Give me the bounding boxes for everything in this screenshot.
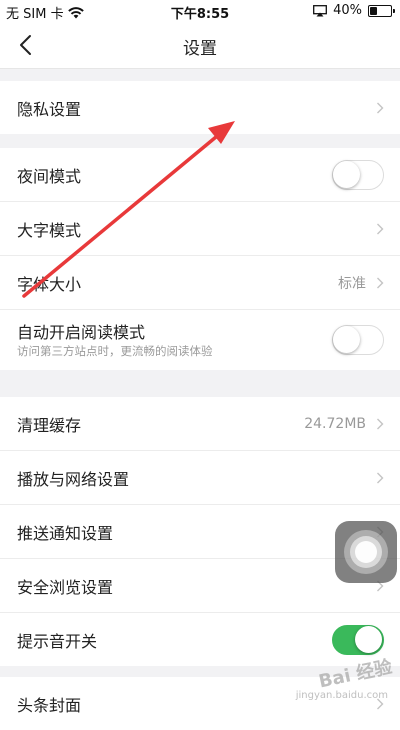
night-mode-toggle[interactable] [332, 159, 384, 190]
row-label: 播放与网络设置 [17, 469, 130, 489]
font-size-value: 标准 [338, 275, 366, 292]
row-label: 夜间模式 [17, 166, 82, 186]
row-sound-toggle: 提示音开关 [0, 613, 400, 666]
auto-reading-mode-toggle[interactable] [332, 325, 384, 355]
row-label: 隐私设置 [17, 99, 82, 119]
chevron-right-icon [377, 277, 384, 288]
chevron-right-icon [377, 472, 384, 483]
row-sublabel: 访问第三方站点时，更流畅的阅读体验 [17, 344, 213, 358]
chevron-right-icon [377, 223, 384, 234]
row-font-size[interactable]: 字体大小 标准 [0, 256, 400, 310]
row-playback-network[interactable]: 播放与网络设置 [0, 451, 400, 505]
battery-icon [368, 4, 395, 17]
sound-toggle[interactable] [332, 624, 384, 655]
row-label: 大字模式 [17, 220, 82, 240]
status-bar: 无 SIM 卡 下午8:55 40% [0, 0, 400, 22]
chevron-right-icon [377, 102, 384, 113]
page-title: 设置 [183, 39, 217, 59]
row-label: 字体大小 [17, 274, 82, 294]
row-label: 安全浏览设置 [17, 577, 114, 597]
settings-group-display: 夜间模式 大字模式 字体大小 标准 自动开启阅读模式 访问第三方站点时，更流畅的… [0, 148, 400, 370]
row-label: 自动开启阅读模式 [17, 323, 146, 342]
nav-bar: 设置 [0, 22, 400, 69]
row-auto-reading-mode: 自动开启阅读模式 访问第三方站点时，更流畅的阅读体验 [0, 310, 400, 370]
row-night-mode: 夜间模式 [0, 148, 400, 202]
assistive-touch-button[interactable] [335, 521, 397, 583]
row-label: 清理缓存 [17, 415, 82, 435]
row-clear-cache[interactable]: 清理缓存 24.72MB [0, 397, 400, 451]
watermark-url: jingyan.baidu.com [295, 690, 388, 701]
row-label: 推送通知设置 [17, 523, 114, 543]
airplay-icon [313, 4, 328, 16]
cache-size-value: 24.72MB [304, 415, 366, 432]
battery-fill [370, 6, 377, 15]
battery-percent: 40% [333, 3, 362, 18]
row-large-text-mode[interactable]: 大字模式 [0, 202, 400, 256]
row-label: 提示音开关 [17, 631, 98, 651]
row-privacy-settings[interactable]: 隐私设置 [0, 81, 400, 134]
settings-group-privacy: 隐私设置 [0, 81, 400, 134]
chevron-right-icon [377, 418, 384, 429]
